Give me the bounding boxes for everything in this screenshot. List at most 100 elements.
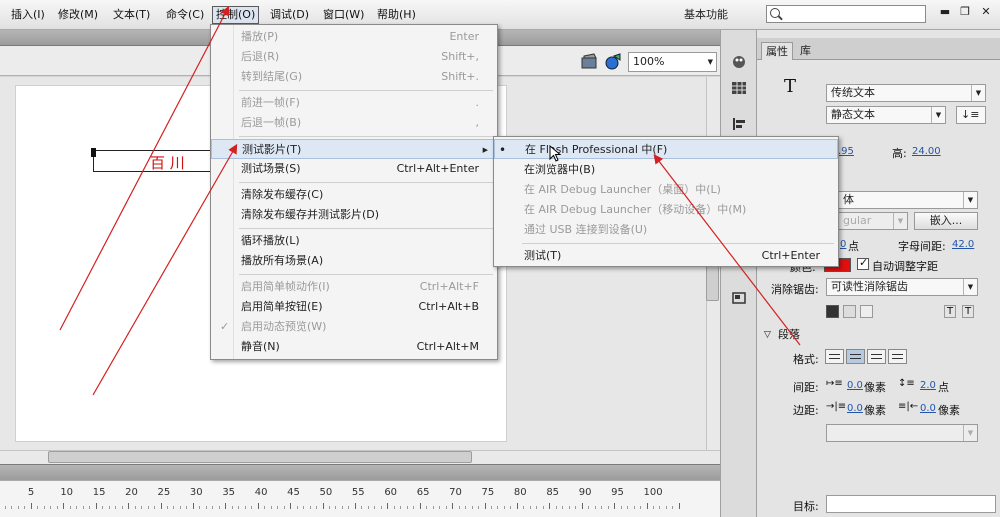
menu-insert[interactable]: 插入(I)	[8, 6, 48, 24]
menu-commands[interactable]: 命令(C)	[163, 6, 207, 24]
resize-handle[interactable]	[91, 152, 96, 157]
menu-item-play-all-scenes[interactable]: 播放所有场景(A)	[211, 251, 497, 271]
color-panel-icon[interactable]	[730, 54, 748, 70]
menu-window[interactable]: 窗口(W)	[320, 6, 367, 24]
align-center-button[interactable]	[846, 349, 865, 364]
menu-debug[interactable]: 调试(D)	[267, 6, 312, 24]
letter-spacing-label: 字母间距:	[898, 240, 946, 253]
submenu-item-usb-device[interactable]: 通过 USB 连接到设备(U)	[494, 220, 838, 240]
superscript-icon[interactable]: T	[944, 305, 957, 318]
help-search-input[interactable]	[785, 6, 923, 22]
align-right-button[interactable]	[867, 349, 886, 364]
ruler-tick	[581, 503, 583, 509]
menu-item-loop-playback[interactable]: 循环播放(L)	[211, 231, 497, 251]
subscript-icon[interactable]: T	[962, 305, 975, 318]
tab-properties[interactable]: 属性	[761, 42, 793, 60]
left-margin-icon: →|≡	[826, 401, 847, 412]
width-value[interactable]: .95	[838, 146, 854, 157]
align-justify-button[interactable]	[888, 349, 907, 364]
ruler-tick	[277, 506, 279, 509]
target-field[interactable]	[826, 495, 996, 513]
bullet-icon: •	[499, 143, 507, 157]
auto-kern-checkbox[interactable]	[857, 256, 869, 270]
menu-item-play[interactable]: 播放(P) Enter	[211, 27, 497, 47]
menu-item-live-preview[interactable]: ✓ 启用动态预览(W)	[211, 317, 497, 337]
right-margin-value[interactable]: 0.0	[920, 403, 936, 414]
components-panel-icon[interactable]	[730, 290, 748, 306]
chevron-down-icon: ▼	[971, 85, 985, 101]
font-family-select[interactable]: 体 ▼	[838, 191, 978, 209]
spacing-label: 间距:	[793, 381, 819, 394]
selectable-toggle-icon[interactable]	[826, 305, 839, 318]
align-panel-icon[interactable]	[730, 116, 748, 132]
height-value[interactable]: 24.00	[912, 146, 941, 157]
edit-scene-icon[interactable]	[580, 52, 600, 72]
ruler-tick	[225, 503, 227, 509]
horizontal-scroll-thumb[interactable]	[48, 451, 472, 463]
submenu-item-air-desktop[interactable]: 在 AIR Debug Launcher（桌面）中(L)	[494, 180, 838, 200]
behavior-select[interactable]: ▼	[826, 424, 978, 442]
font-style-select[interactable]: gular ▼	[838, 212, 908, 230]
swatches-panel-icon[interactable]	[730, 80, 748, 96]
text-orientation-select[interactable]: ↓≡	[956, 106, 986, 124]
ruler-tick	[640, 506, 642, 509]
ruler-tick	[251, 506, 253, 509]
ruler-tick	[147, 506, 149, 509]
html-render-icon[interactable]	[843, 305, 856, 318]
indent-value[interactable]: 0.0	[847, 380, 863, 391]
line-spacing-value[interactable]: 2.0	[920, 380, 936, 391]
ruler-label: 70	[449, 487, 462, 498]
ruler-label: 10	[60, 487, 74, 498]
menu-item-clear-publish-cache[interactable]: 清除发布缓存(C)	[211, 185, 497, 205]
menu-item-shortcut: Shift+,	[441, 50, 479, 63]
menu-item-test-movie[interactable]: 测试影片(T) ▶	[211, 139, 497, 159]
submenu-item-in-flash-professional[interactable]: • 在 Flash Professional 中(F)	[494, 139, 838, 159]
text-engine-select[interactable]: 传统文本 ▼	[826, 84, 986, 102]
font-style-value: gular	[843, 214, 872, 227]
menu-item-go-to-end[interactable]: 转到结尾(G) Shift+.	[211, 67, 497, 87]
menu-item-simple-frame-actions[interactable]: 启用简单帧动作(I) Ctrl+Alt+F	[211, 277, 497, 297]
text-type-select[interactable]: 静态文本 ▼	[826, 106, 946, 124]
submenu-item-air-mobile[interactable]: 在 AIR Debug Launcher（移动设备）中(M)	[494, 200, 838, 220]
ruler-label: 40	[254, 487, 268, 498]
embed-button[interactable]: 嵌入...	[914, 212, 978, 230]
paragraph-section-title: 段落	[778, 328, 800, 341]
ruler-tick	[452, 503, 454, 509]
border-toggle-icon[interactable]	[860, 305, 873, 318]
zoom-select[interactable]: 100%	[628, 52, 717, 72]
ruler-tick	[445, 506, 447, 509]
antialias-select[interactable]: 可读性消除锯齿 ▼	[826, 278, 978, 296]
ruler-label: 15	[92, 487, 106, 498]
menu-item-step-backward[interactable]: 后退一帧(B),	[211, 113, 497, 133]
menu-item-shortcut: .	[475, 96, 480, 109]
help-search-field[interactable]	[766, 5, 926, 23]
menu-item-mute[interactable]: 静音(N) Ctrl+Alt+M	[211, 337, 497, 357]
ruler-tick	[238, 506, 240, 509]
paragraph-section-header[interactable]: 段落	[760, 326, 998, 344]
submenu-item-test[interactable]: 测试(T) Ctrl+Enter	[494, 246, 838, 266]
restore-button[interactable]: ❐	[956, 3, 974, 21]
edit-symbols-icon[interactable]	[604, 52, 624, 72]
close-button[interactable]: ✕	[977, 3, 995, 21]
menu-modify[interactable]: 修改(M)	[55, 6, 101, 24]
static-text-box[interactable]: 百 川	[91, 148, 223, 172]
menu-text[interactable]: 文本(T)	[110, 6, 153, 24]
timeline-ruler[interactable]	[0, 480, 720, 517]
menu-item-simple-buttons[interactable]: 启用简单按钮(E) Ctrl+Alt+B	[211, 297, 497, 317]
workspace-switcher[interactable]: 基本功能	[684, 6, 728, 24]
left-margin-value[interactable]: 0.0	[847, 403, 863, 414]
menu-item-label: 播放所有场景(A)	[241, 254, 324, 267]
font-size-value[interactable]: 0	[840, 239, 846, 250]
ruler-tick	[575, 506, 577, 509]
menu-item-step-forward[interactable]: 前进一帧(F).	[211, 93, 497, 113]
menu-help[interactable]: 帮助(H)	[374, 6, 419, 24]
menu-item-rewind[interactable]: 后退(R) Shift+,	[211, 47, 497, 67]
menu-item-clear-cache-and-test[interactable]: 清除发布缓存并测试影片(D)	[211, 205, 497, 225]
tab-library[interactable]: 库	[796, 42, 815, 60]
minimize-button[interactable]: ▬	[936, 3, 954, 21]
submenu-item-in-browser[interactable]: 在浏览器中(B)	[494, 160, 838, 180]
align-left-button[interactable]	[825, 349, 844, 364]
menu-item-test-scene[interactable]: 测试场景(S) Ctrl+Alt+Enter	[211, 159, 497, 179]
menu-control[interactable]: 控制(O)	[212, 6, 260, 24]
letter-spacing-value[interactable]: 42.0	[952, 239, 974, 250]
